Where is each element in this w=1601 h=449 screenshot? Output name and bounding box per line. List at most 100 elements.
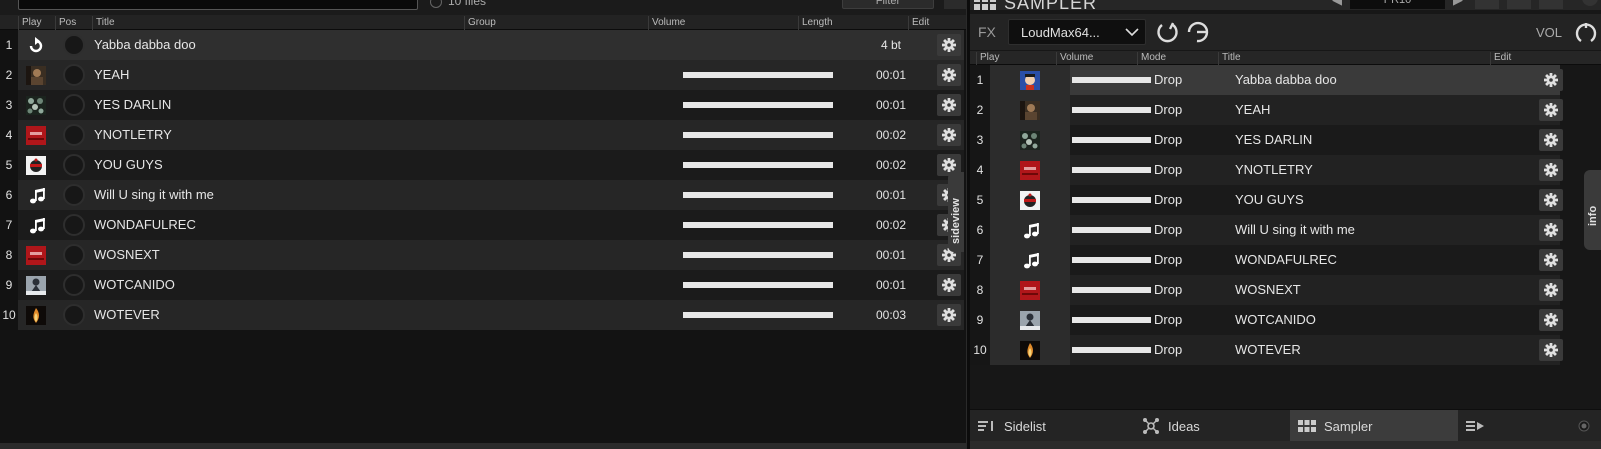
row-body[interactable]: WOTCANIDO 00:01 (18, 270, 964, 300)
position-indicator[interactable] (63, 214, 85, 236)
pad-play-button[interactable] (990, 65, 1070, 95)
volume-bar[interactable] (683, 282, 833, 288)
send-to-button[interactable] (1466, 410, 1494, 442)
col-mode[interactable]: Mode (1137, 52, 1218, 65)
col-play[interactable]: Play (976, 52, 1056, 65)
pad-body[interactable]: Drop WOTCANIDO (1070, 305, 1560, 335)
position-indicator[interactable] (63, 94, 85, 116)
edit-button[interactable] (937, 34, 961, 56)
list-item[interactable]: 7 Drop WONDAFULREC (970, 245, 1601, 275)
row-body[interactable]: YOU GUYS 00:02 (18, 150, 964, 180)
pad-volume-bar[interactable] (1072, 167, 1151, 173)
sideview-tab[interactable]: sideview (948, 172, 964, 252)
position-indicator[interactable] (63, 124, 85, 146)
edit-button[interactable] (937, 304, 961, 326)
play-button[interactable] (26, 187, 46, 204)
pad-body[interactable]: Drop Will U sing it with me (1070, 215, 1560, 245)
pad-mode[interactable]: Drop (1154, 185, 1182, 215)
browser-menu-button[interactable] (944, 0, 966, 9)
pad-volume-bar[interactable] (1072, 257, 1151, 263)
list-item[interactable]: 10 Drop WOTEVER (970, 335, 1601, 365)
volume-bar[interactable] (683, 312, 833, 318)
volume-bar[interactable] (683, 102, 833, 108)
play-button[interactable] (26, 217, 46, 234)
play-button[interactable] (26, 276, 46, 295)
pad-volume-bar[interactable] (1072, 317, 1151, 323)
play-button[interactable] (26, 96, 46, 115)
pad-edit-button[interactable] (1539, 309, 1563, 331)
play-button[interactable] (26, 306, 46, 325)
pad-play-button[interactable] (990, 95, 1070, 125)
table-row[interactable]: 2 YEAH 00:01 (0, 60, 966, 90)
pad-play-button[interactable] (990, 125, 1070, 155)
position-indicator[interactable] (63, 34, 85, 56)
pad-edit-button[interactable] (1539, 279, 1563, 301)
pad-mode[interactable]: Drop (1154, 95, 1182, 125)
table-row[interactable]: 5 YOU GUYS 00:02 (0, 150, 966, 180)
pad-play-button[interactable] (990, 275, 1070, 305)
pad-mode[interactable]: Drop (1154, 155, 1182, 185)
pad-edit-button[interactable] (1539, 249, 1563, 271)
pad-edit-button[interactable] (1539, 159, 1563, 181)
list-item[interactable]: 3 Drop YES DARLIN (970, 125, 1601, 155)
fx-knob-icon[interactable] (1156, 20, 1180, 44)
position-indicator[interactable] (63, 304, 85, 326)
pad-mode[interactable]: Drop (1154, 65, 1182, 95)
fx-param-knob-icon[interactable] (1185, 20, 1211, 44)
pad-play-button[interactable] (990, 185, 1070, 215)
play-button[interactable] (26, 246, 46, 265)
pad-volume-bar[interactable] (1072, 77, 1151, 83)
tab-sidelist[interactable]: Sidelist (970, 410, 1130, 442)
col-title[interactable]: Title (1218, 52, 1490, 65)
list-item[interactable]: 5 Drop YOU GUYS (970, 185, 1601, 215)
pad-volume-bar[interactable] (1072, 347, 1151, 353)
volume-knob-icon[interactable] (1574, 20, 1598, 44)
col-play[interactable]: Play (18, 16, 55, 30)
row-body[interactable]: WONDAFULREC 00:02 (18, 210, 964, 240)
row-body[interactable]: WOTEVER 00:03 (18, 300, 964, 330)
table-row[interactable]: 9 WOTCANIDO 00:01 (0, 270, 966, 300)
pad-body[interactable]: Drop WONDAFULREC (1070, 245, 1560, 275)
pad-body[interactable]: Drop YEAH (1070, 95, 1560, 125)
fx-select[interactable]: LoudMax64... (1008, 19, 1146, 45)
row-body[interactable]: WOSNEXT 00:01 (18, 240, 964, 270)
pad-body[interactable]: Drop Yabba dabba doo (1070, 65, 1560, 95)
position-indicator[interactable] (63, 244, 85, 266)
table-row[interactable]: 7 WONDAFULREC 00:02 (0, 210, 966, 240)
position-indicator[interactable] (63, 274, 85, 296)
position-indicator[interactable] (63, 64, 85, 86)
row-body[interactable]: YES DARLIN 00:01 (18, 90, 964, 120)
preset-name[interactable]: PR10 (1350, 0, 1445, 9)
sampler-options-button[interactable] (1582, 0, 1598, 6)
volume-bar[interactable] (683, 192, 833, 198)
volume-bar[interactable] (683, 72, 833, 78)
pad-mode[interactable]: Drop (1154, 245, 1182, 275)
sampler-grid-button[interactable] (1539, 0, 1563, 9)
col-group[interactable]: Group (464, 16, 648, 30)
prev-preset-icon[interactable]: ◀ (1332, 0, 1342, 8)
play-button[interactable] (26, 156, 46, 175)
row-body[interactable]: YEAH 00:01 (18, 60, 964, 90)
pad-body[interactable]: Drop WOTEVER (1070, 335, 1560, 365)
pad-edit-button[interactable] (1539, 99, 1563, 121)
info-tab[interactable]: info (1584, 170, 1601, 250)
pad-body[interactable]: Drop YNOTLETRY (1070, 155, 1560, 185)
pad-edit-button[interactable] (1539, 339, 1563, 361)
pad-body[interactable]: Drop YOU GUYS (1070, 185, 1560, 215)
pad-play-button[interactable] (990, 245, 1070, 275)
pad-play-button[interactable] (990, 305, 1070, 335)
status-dot[interactable] (1578, 410, 1598, 442)
row-body[interactable]: Will U sing it with me 00:01 (18, 180, 964, 210)
col-length[interactable]: Length (798, 16, 908, 30)
pad-mode[interactable]: Drop (1154, 305, 1182, 335)
volume-bar[interactable] (683, 162, 833, 168)
pad-volume-bar[interactable] (1072, 197, 1151, 203)
search-input[interactable] (18, 0, 418, 10)
edit-button[interactable] (937, 94, 961, 116)
pad-play-button[interactable] (990, 155, 1070, 185)
table-row[interactable]: 3 YES DARLIN 00:01 (0, 90, 966, 120)
list-item[interactable]: 6 Drop Will U sing it with me (970, 215, 1601, 245)
pad-volume-bar[interactable] (1072, 107, 1151, 113)
pad-edit-button[interactable] (1539, 69, 1563, 91)
row-body[interactable]: YNOTLETRY 00:02 (18, 120, 964, 150)
